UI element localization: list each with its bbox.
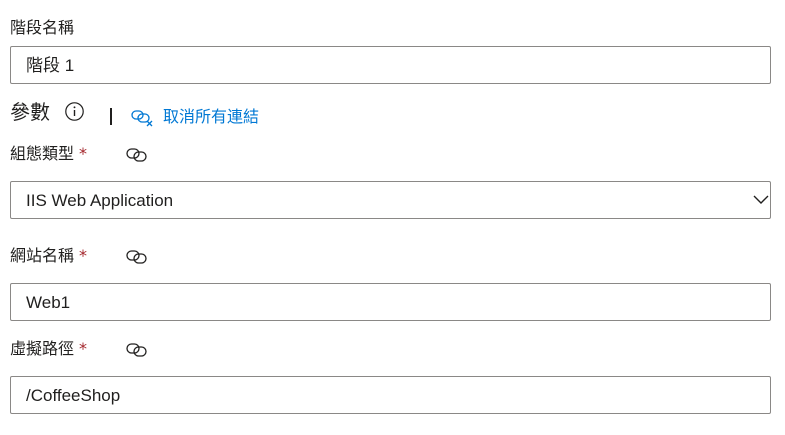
virtual-path-value: /CoffeeShop — [26, 386, 121, 405]
separator — [110, 108, 112, 125]
site-name-label-text: 網站名稱 — [10, 246, 75, 265]
virtual-path-input[interactable]: /CoffeeShop — [10, 376, 771, 414]
config-type-label-text: 組態類型 — [10, 144, 75, 163]
virtual-path-label-text: 虛擬路徑 — [10, 339, 75, 358]
config-type-select[interactable]: IIS Web Application — [10, 181, 771, 219]
site-name-label: 網站名稱 * — [10, 245, 87, 267]
config-type-label: 組態類型 * — [10, 143, 87, 165]
link-icon[interactable] — [126, 249, 148, 265]
unlink-icon — [131, 110, 153, 127]
required-mark: * — [79, 339, 88, 358]
link-icon[interactable] — [126, 147, 148, 163]
link-icon[interactable] — [126, 342, 148, 358]
chevron-down-icon — [753, 195, 769, 204]
parameters-heading: 參數 — [10, 100, 50, 124]
stage-name-label: 階段名稱 — [10, 18, 75, 37]
site-name-value: Web1 — [26, 293, 71, 312]
virtual-path-label: 虛擬路徑 * — [10, 338, 87, 360]
config-type-value: IIS Web Application — [26, 191, 174, 210]
required-mark: * — [79, 144, 88, 163]
unlink-all-label: 取消所有連結 — [163, 107, 260, 126]
stage-name-input[interactable]: 階段 1 — [10, 46, 771, 84]
stage-name-value: 階段 1 — [26, 56, 75, 75]
unlink-all-button[interactable]: 取消所有連結 — [131, 105, 271, 131]
required-mark: * — [79, 246, 88, 265]
info-icon[interactable] — [64, 101, 85, 122]
site-name-input[interactable]: Web1 — [10, 283, 771, 321]
